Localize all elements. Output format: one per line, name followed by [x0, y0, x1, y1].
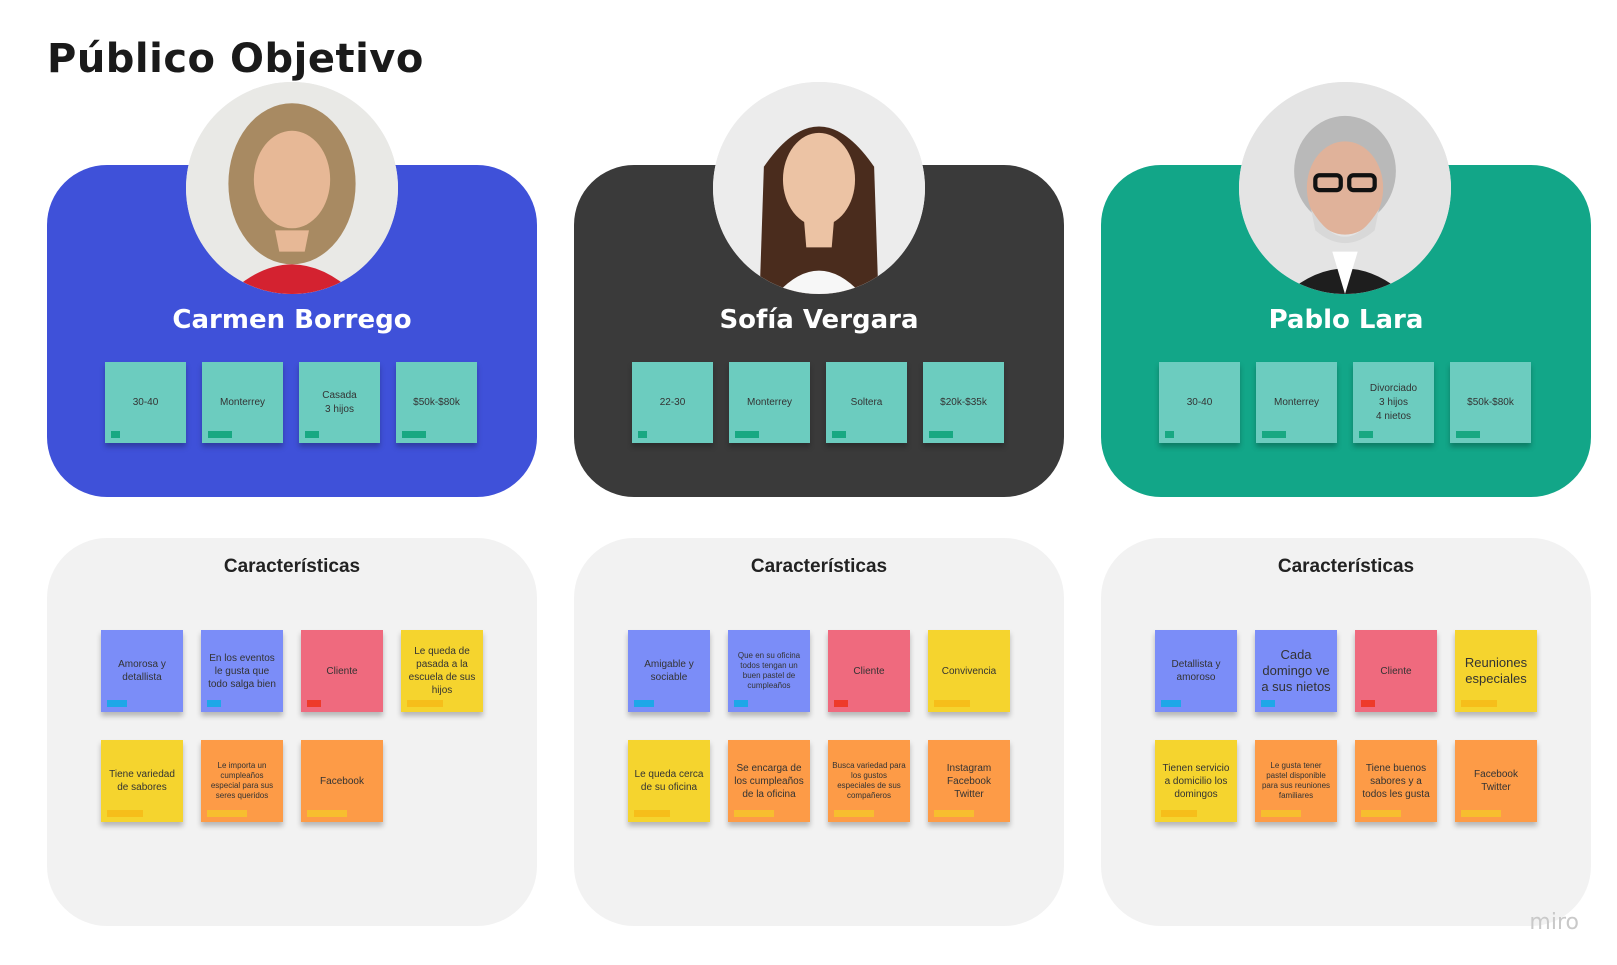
sticky-note-age[interactable]: 22-30: [632, 362, 713, 443]
persona-name: Pablo Lara: [1268, 305, 1424, 335]
sticky-note[interactable]: En los eventos le gusta que todo salga b…: [201, 630, 283, 712]
traits-title: Características: [750, 556, 888, 577]
sticky-note[interactable]: Detallista y amoroso: [1155, 630, 1237, 712]
sticky-note-city[interactable]: Monterrey: [1256, 362, 1337, 443]
sticky-note-status[interactable]: Soltera: [826, 362, 907, 443]
sticky-note[interactable]: Instagram Facebook Twitter: [928, 740, 1010, 822]
sticky-note-city[interactable]: Monterrey: [729, 362, 810, 443]
traits-card-sofia[interactable]: Características Amigable y sociable Que …: [574, 538, 1064, 926]
sticky-note[interactable]: Se encarga de los cumpleaños de la ofici…: [728, 740, 810, 822]
sticky-note[interactable]: Tiene variedad de sabores: [101, 740, 183, 822]
persona-name: Carmen Borrego: [172, 305, 412, 335]
sticky-note[interactable]: Facebook Twitter: [1455, 740, 1537, 822]
sticky-note[interactable]: Le gusta tener pastel disponible para su…: [1255, 740, 1337, 822]
persona-name: Sofía Vergara: [719, 305, 919, 335]
sticky-note-family[interactable]: Divorciado 3 hijos 4 nietos: [1353, 362, 1434, 443]
sticky-note[interactable]: Amorosa y detallista: [101, 630, 183, 712]
sticky-note-city[interactable]: Monterrey: [202, 362, 283, 443]
traits-card-pablo[interactable]: Características Detallista y amoroso Cad…: [1101, 538, 1591, 926]
traits-title: Características: [223, 556, 361, 577]
sticky-note-income[interactable]: $50k-$80k: [1450, 362, 1531, 443]
traits-title: Características: [1277, 556, 1415, 577]
sticky-note[interactable]: Busca variedad para los gustos especiale…: [828, 740, 910, 822]
sticky-note[interactable]: Cliente: [1355, 630, 1437, 712]
sticky-note[interactable]: Le queda de pasada a la escuela de sus h…: [401, 630, 483, 712]
traits-grid: Detallista y amoroso Cada domingo ve a s…: [1155, 630, 1537, 822]
sticky-note[interactable]: Cada domingo ve a sus nietos: [1255, 630, 1337, 712]
avatar-pablo[interactable]: [1239, 82, 1451, 294]
avatar-carmen[interactable]: [186, 82, 398, 294]
sticky-note-family[interactable]: Casada 3 hijos: [299, 362, 380, 443]
traits-grid: Amorosa y detallista En los eventos le g…: [101, 630, 483, 822]
sticky-note[interactable]: Le queda cerca de su oficina: [628, 740, 710, 822]
traits-card-carmen[interactable]: Características Amorosa y detallista En …: [47, 538, 537, 926]
sticky-note[interactable]: Cliente: [828, 630, 910, 712]
sticky-note-age[interactable]: 30-40: [105, 362, 186, 443]
sticky-note[interactable]: Facebook: [301, 740, 383, 822]
sticky-note[interactable]: Que en su oficina todos tengan un buen p…: [728, 630, 810, 712]
page-title: Público Objetivo: [47, 36, 424, 82]
sticky-note-income[interactable]: $50k-$80k: [396, 362, 477, 443]
miro-logo: miro: [1529, 910, 1579, 935]
sticky-note[interactable]: Convivencia: [928, 630, 1010, 712]
sticky-note[interactable]: Le importa un cumpleaños especial para s…: [201, 740, 283, 822]
sticky-note-income[interactable]: $20k-$35k: [923, 362, 1004, 443]
persona-stats: 22-30 Monterrey Soltera $20k-$35k: [632, 362, 1004, 443]
avatar-sofia[interactable]: [713, 82, 925, 294]
sticky-note-age[interactable]: 30-40: [1159, 362, 1240, 443]
persona-stats: 30-40 Monterrey Divorciado 3 hijos 4 nie…: [1159, 362, 1531, 443]
traits-grid: Amigable y sociable Que en su oficina to…: [628, 630, 1010, 822]
sticky-note[interactable]: Amigable y sociable: [628, 630, 710, 712]
sticky-note[interactable]: Reuniones especiales: [1455, 630, 1537, 712]
sticky-note[interactable]: Cliente: [301, 630, 383, 712]
sticky-note[interactable]: Tiene buenos sabores y a todos les gusta: [1355, 740, 1437, 822]
sticky-note[interactable]: Tienen servicio a domicilio los domingos: [1155, 740, 1237, 822]
persona-stats: 30-40 Monterrey Casada 3 hijos $50k-$80k: [105, 362, 477, 443]
